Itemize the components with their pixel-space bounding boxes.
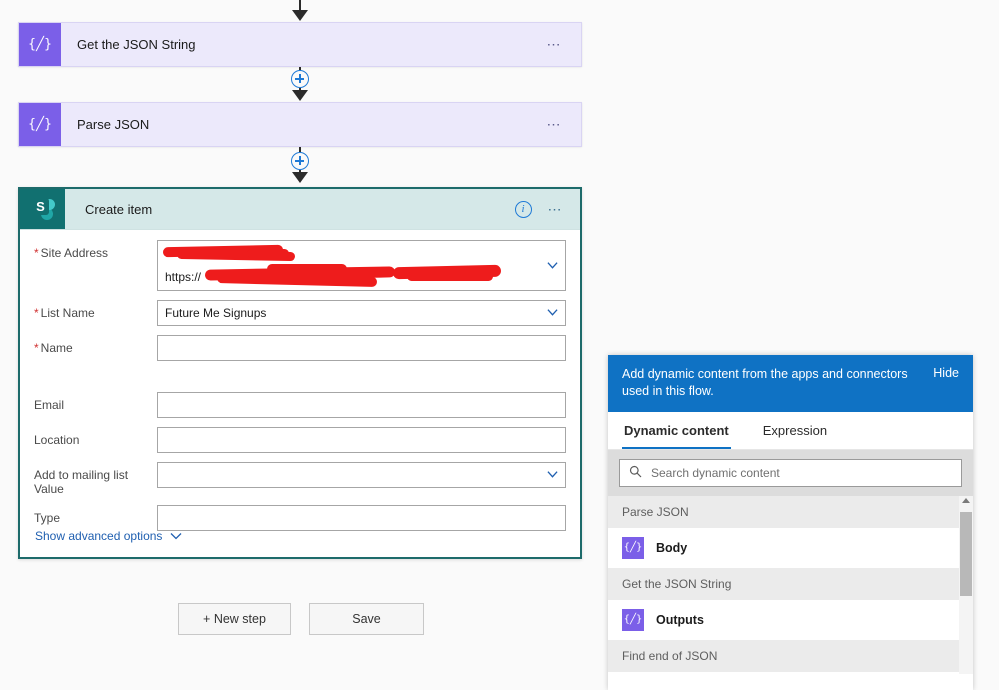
insert-step-button[interactable] <box>291 152 309 170</box>
mailing-list-combobox[interactable] <box>157 462 566 488</box>
flow-step-title: Parse JSON <box>77 117 547 132</box>
field-label-email: Email <box>34 392 157 412</box>
field-control-name[interactable] <box>157 335 566 361</box>
flow-step-title: Get the JSON String <box>77 37 547 52</box>
dynamic-content-search-area <box>608 450 973 496</box>
redaction-mark <box>247 249 289 258</box>
redaction-mark <box>267 264 347 274</box>
new-step-button[interactable]: + New step <box>178 603 291 635</box>
field-control-type[interactable] <box>157 505 566 531</box>
insert-step-button[interactable] <box>291 70 309 88</box>
tab-dynamic-content[interactable]: Dynamic content <box>622 412 731 449</box>
email-input[interactable] <box>157 392 566 418</box>
tab-expression[interactable]: Expression <box>761 412 829 449</box>
flow-step-menu-button[interactable]: ⋯ <box>547 116 564 133</box>
compose-icon: {╱} <box>19 103 61 146</box>
show-advanced-options-label: Show advanced options <box>35 529 162 543</box>
field-control-location[interactable] <box>157 427 566 453</box>
create-item-card: S Create item i ⋯ *Site Address https:// <box>18 187 582 559</box>
field-label-type: Type <box>34 505 157 525</box>
search-input[interactable] <box>649 465 961 481</box>
flow-step-card[interactable]: {╱} Parse JSON ⋯ <box>18 102 582 147</box>
dynamic-content-scrollbar[interactable] <box>959 496 973 674</box>
create-item-form: *Site Address https:// <box>20 230 580 531</box>
required-marker: * <box>34 341 39 355</box>
sharepoint-icon: S <box>20 189 65 229</box>
compose-icon: {╱} <box>622 537 644 559</box>
save-button[interactable]: Save <box>309 603 424 635</box>
field-label-name: *Name <box>34 335 157 355</box>
create-item-title: Create item <box>85 202 515 217</box>
redaction-mark <box>407 272 493 281</box>
field-label-location: Location <box>34 427 157 447</box>
search-field-wrapper[interactable] <box>619 459 962 487</box>
create-item-header[interactable]: S Create item i ⋯ <box>20 189 580 230</box>
field-control-mailing-list[interactable] <box>157 462 566 488</box>
flow-steps-column: {╱} Get the JSON String ⋯ {╱} Parse JSON… <box>0 0 600 690</box>
field-label-list-name: *List Name <box>34 300 157 320</box>
dynamic-content-list: Parse JSON {╱} Body Get the JSON String … <box>608 496 973 674</box>
dynamic-content-group-header: Get the JSON String <box>608 568 973 600</box>
connector-arrow <box>292 10 308 21</box>
dynamic-content-header-text: Add dynamic content from the apps and co… <box>622 366 933 400</box>
show-advanced-options-button[interactable]: Show advanced options <box>35 529 182 543</box>
sharepoint-icon-letter: S <box>32 198 49 215</box>
required-marker: * <box>34 306 39 320</box>
dynamic-content-item-label: Body <box>656 541 687 555</box>
compose-icon: {╱} <box>19 23 61 66</box>
chevron-down-icon <box>170 530 182 542</box>
field-label-site-address: *Site Address <box>34 240 157 260</box>
field-control-list-name[interactable] <box>157 300 566 326</box>
field-label-mailing-list: Add to mailing list Value <box>34 462 157 496</box>
dynamic-content-panel: Add dynamic content from the apps and co… <box>608 355 973 690</box>
required-marker: * <box>34 246 39 260</box>
site-address-value: https:// <box>165 270 201 284</box>
list-name-combobox[interactable] <box>157 300 566 326</box>
compose-glyph: {╱} <box>29 34 51 56</box>
form-row-email: Email <box>34 392 566 418</box>
create-item-menu-button[interactable]: ⋯ <box>548 201 565 218</box>
dynamic-content-item[interactable]: {╱} Body <box>608 528 973 568</box>
form-row-location: Location <box>34 427 566 453</box>
form-row-name: *Name <box>34 335 566 361</box>
field-control-site-address[interactable]: https:// <box>157 240 566 291</box>
form-row-type: Type <box>34 505 566 531</box>
dynamic-content-header: Add dynamic content from the apps and co… <box>608 355 973 412</box>
dynamic-content-item[interactable]: {╱} Outputs <box>608 600 973 640</box>
connector-arrow <box>292 90 308 101</box>
field-control-email[interactable] <box>157 392 566 418</box>
compose-glyph: {╱} <box>29 114 51 136</box>
form-row-list-name: *List Name <box>34 300 566 326</box>
connector-arrow <box>292 172 308 183</box>
location-input[interactable] <box>157 427 566 453</box>
spacer <box>34 370 566 392</box>
info-icon[interactable]: i <box>515 201 532 218</box>
dynamic-content-item-label: Outputs <box>656 613 704 627</box>
flow-step-menu-button[interactable]: ⋯ <box>547 36 564 53</box>
compose-glyph: {╱} <box>625 612 641 628</box>
dynamic-content-tabs: Dynamic content Expression <box>608 412 973 450</box>
name-input[interactable] <box>157 335 566 361</box>
type-input[interactable] <box>157 505 566 531</box>
hide-panel-button[interactable]: Hide <box>933 366 959 380</box>
compose-glyph: {╱} <box>625 540 641 556</box>
dynamic-content-group-header: Parse JSON <box>608 496 973 528</box>
search-icon <box>629 465 642 481</box>
form-row-site-address: *Site Address https:// <box>34 240 566 291</box>
dynamic-content-group-header: Find end of JSON <box>608 640 973 672</box>
form-row-mailing-list: Add to mailing list Value <box>34 462 566 496</box>
compose-icon: {╱} <box>622 609 644 631</box>
flow-step-card[interactable]: {╱} Get the JSON String ⋯ <box>18 22 582 67</box>
scrollbar-thumb[interactable] <box>960 512 972 596</box>
flow-designer-canvas: {╱} Get the JSON String ⋯ {╱} Parse JSON… <box>0 0 999 690</box>
scroll-up-arrow-icon[interactable] <box>962 498 970 503</box>
